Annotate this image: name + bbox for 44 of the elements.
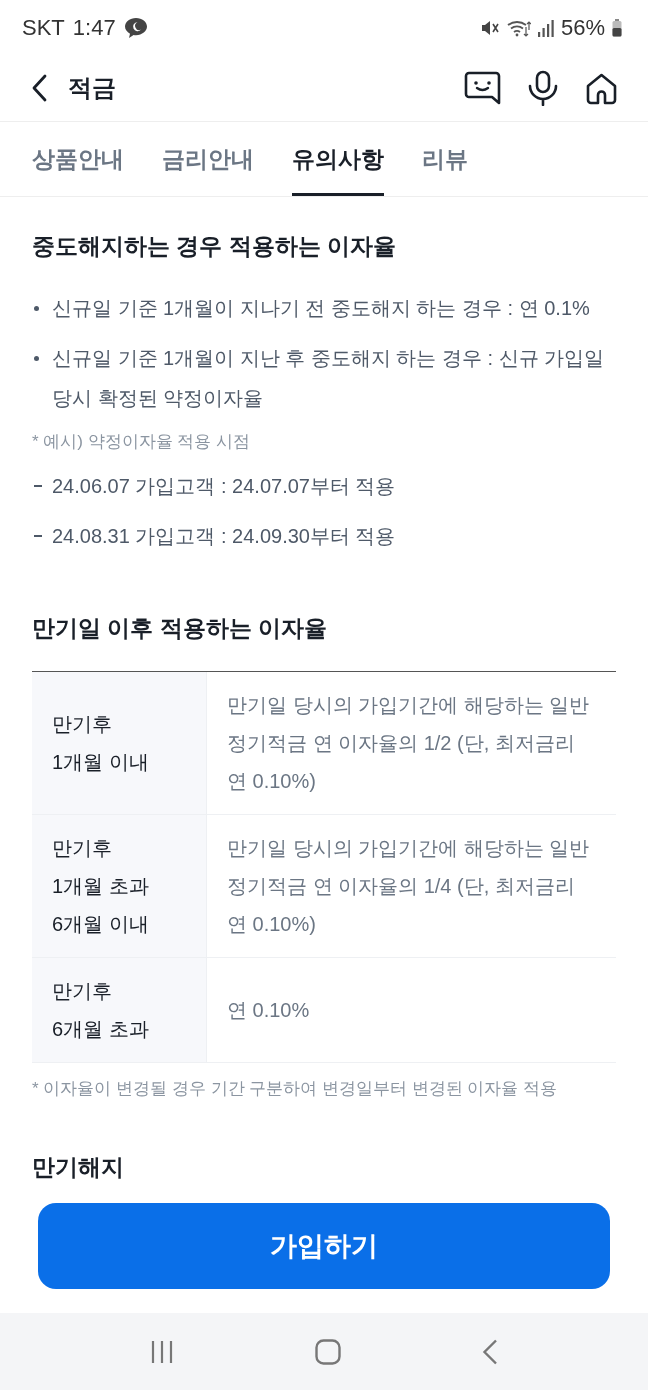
back-chevron-icon (481, 1338, 498, 1365)
tab[interactable]: 리뷰 (422, 122, 468, 196)
dash-icon (34, 485, 42, 487)
note-text: * 예시) 약정이자율 적용 시점 (32, 431, 252, 453)
bullet-text: 신규일 기준 1개월이 지나기 전 중도해지 하는 경우 : 연 0.1% (52, 296, 590, 321)
rate-text: 연 0.10% (227, 998, 310, 1023)
period-cell: 만기후 6개월 초과 (32, 958, 207, 1062)
back-icon (31, 74, 47, 102)
back-nav-button[interactable] (481, 1338, 498, 1365)
tab[interactable]: 금리안내 (162, 122, 254, 196)
rate-text: 만기일 당시의 가입기간에 해당하는 일반 정기적금 연 이자율의 1/2 (단, 최저금리 연 0.10%) (227, 693, 591, 794)
clock-text: 1:47 (72, 14, 116, 42)
home-icon (585, 71, 618, 105)
note-text: * 이자율이 변경될 경우 기간 구분하여 변경일부터 변경된 이자율 적용 (32, 1078, 559, 1100)
period-cell: 만기후 1개월 이내 (32, 672, 207, 814)
home-square-icon (315, 1338, 341, 1365)
bullet-text: 신규일 기준 1개월이 지난 후 중도해지 하는 경우 : 신규 가입일 당시 확정된 약정이자율 (52, 346, 606, 411)
signal-icon (537, 18, 554, 37)
recent-apps-button[interactable] (150, 1339, 175, 1364)
battery-icon (612, 18, 622, 37)
section-title: 만기일 이후 적용하는 이자율 (32, 614, 329, 643)
period-cell: 만기후 1개월 초과 6개월 이내 (32, 815, 207, 957)
section-title: 만기해지 (32, 1155, 125, 1179)
example-text: 24.08.31 가입고객 : 24.09.30부터 적용 (52, 524, 396, 549)
bullet-icon (34, 355, 39, 361)
recent-apps-icon (150, 1339, 175, 1364)
chat-smiley-icon (464, 71, 501, 105)
chat-bubble-icon (123, 16, 148, 39)
tab[interactable]: 상품안내 (32, 122, 124, 196)
chatbot-button[interactable] (464, 71, 501, 105)
microphone-icon (527, 70, 559, 106)
bullet-icon (34, 305, 39, 311)
dash-icon (34, 535, 42, 537)
battery-text: 56% (560, 14, 605, 42)
join-button[interactable]: 가입하기 (38, 1203, 610, 1289)
page-title: 적금 (68, 73, 116, 103)
voice-button[interactable] (527, 70, 559, 106)
home-button[interactable] (585, 71, 618, 105)
home-nav-button[interactable] (315, 1338, 341, 1365)
rate-text: 만기일 당시의 가입기간에 해당하는 일반 정기적금 연 이자율의 1/4 (단, 최저금리 연 0.10%) (227, 836, 591, 937)
example-text: 24.06.07 가입고객 : 24.07.07부터 적용 (52, 474, 396, 499)
carrier-text: SKT (22, 14, 65, 42)
tab[interactable]: 유의사항 (292, 122, 384, 196)
section-title: 중도해지하는 경우 적용하는 이자율 (32, 232, 398, 261)
